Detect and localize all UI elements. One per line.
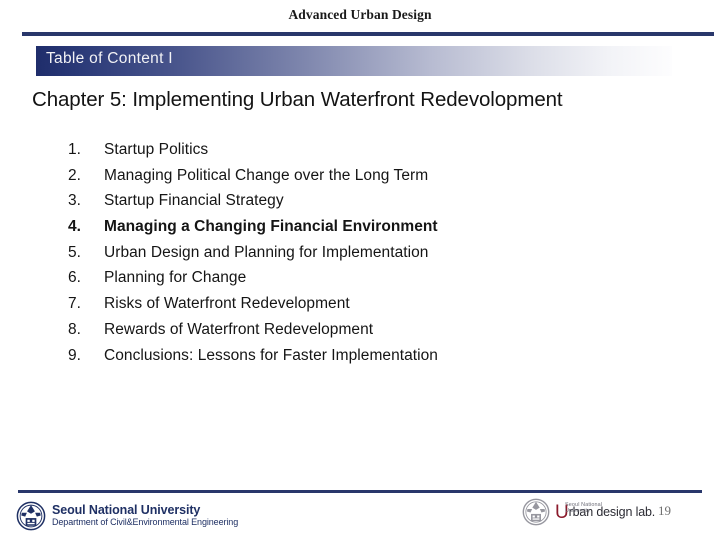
list-item: 1. Startup Politics: [68, 141, 628, 167]
list-item-number: 8.: [68, 320, 82, 338]
list-item-number: 1.: [68, 141, 82, 158]
list-item-number: 7.: [68, 295, 82, 313]
seoul-national-university-seal-icon-small: [522, 498, 550, 526]
list-item-label: Rewards of Waterfront Redevelopment: [104, 320, 374, 338]
university-branding-text: Seoul National University Department of …: [52, 502, 239, 528]
list-item: 9. Conclusions: Lessons for Faster Imple…: [68, 347, 628, 373]
list-item-label: Startup Financial Strategy: [104, 192, 284, 210]
slide: Advanced Urban Design Table of Content I…: [0, 0, 720, 540]
university-name: Seoul National University: [52, 502, 201, 517]
chapter-heading: Chapter 5: Implementing Urban Waterfront…: [32, 88, 563, 111]
list-item: 2. Managing Political Change over the Lo…: [68, 167, 628, 193]
list-item-number: 2.: [68, 166, 82, 184]
list-item: 5. Urban Design and Planning for Impleme…: [68, 244, 628, 270]
list-item: 3. Startup Financial Strategy: [68, 192, 628, 218]
list-item-number: 4.: [68, 218, 82, 236]
list-item-label: Conclusions: Lessons for Faster Implemen…: [104, 346, 438, 364]
list-item-number: 9.: [68, 346, 82, 364]
list-item-number: 3.: [68, 192, 82, 210]
list-item-label: Managing Political Change over the Long …: [104, 166, 429, 184]
section-banner-label: Table of Content I: [46, 50, 173, 67]
list-item-label: Managing a Changing Financial Environmen…: [104, 218, 438, 236]
lab-sub-line-2: University: [565, 508, 591, 515]
university-branding: Seoul National University Department of …: [16, 501, 238, 531]
list-item-number: 6.: [68, 269, 82, 287]
page-number: 19: [658, 503, 671, 518]
lab-sub-text: Seoul National University: [565, 502, 602, 515]
list-item: 8. Rewards of Waterfront Redevelopment: [68, 321, 628, 347]
table-of-content-list: 1. Startup Politics 2. Managing Politica…: [68, 141, 628, 372]
list-item-label: Planning for Change: [104, 269, 247, 287]
header-divider: [22, 32, 714, 36]
list-item: 7. Risks of Waterfront Redevelopment: [68, 295, 628, 321]
list-item-label: Startup Politics: [104, 141, 209, 158]
lab-sub-line-1: Seoul National: [565, 502, 603, 508]
list-item-label: Urban Design and Planning for Implementa…: [104, 243, 429, 261]
lab-branding-text: Seoul National University Urban design l…: [555, 502, 655, 522]
list-item-number: 5.: [68, 243, 82, 261]
list-item-highlighted: 4. Managing a Changing Financial Environ…: [68, 218, 628, 244]
footer-divider: [18, 490, 702, 493]
list-item: 6. Planning for Change: [68, 269, 628, 295]
seoul-national-university-seal-icon: [16, 501, 46, 531]
list-item-label: Risks of Waterfront Redevelopment: [104, 295, 350, 313]
department-name: Department of Civil&Environmental Engine…: [52, 517, 239, 528]
course-title: Advanced Urban Design: [288, 7, 432, 22]
section-banner: Table of Content I: [36, 46, 672, 76]
lab-branding: Seoul National University Urban design l…: [522, 498, 655, 526]
